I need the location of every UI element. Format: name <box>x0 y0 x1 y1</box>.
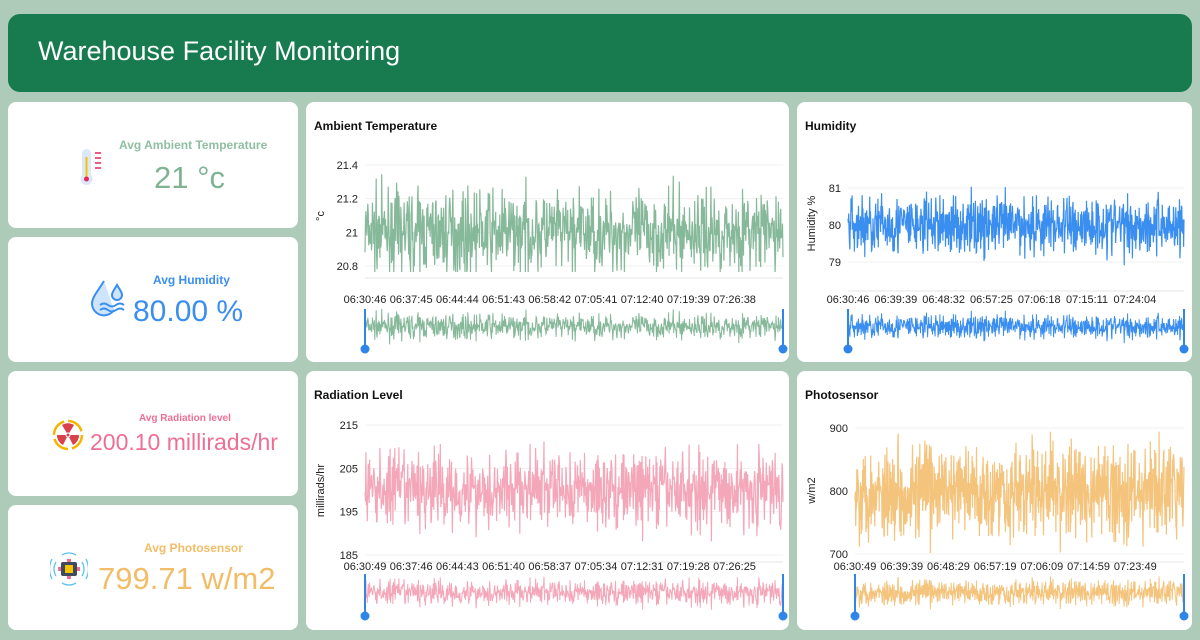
radiation-icon <box>52 419 84 451</box>
y-tick-label: 21.4 <box>337 160 358 172</box>
kpi-label: Avg Ambient Temperature <box>119 138 268 152</box>
navigator-left-handle-knob[interactable] <box>360 344 370 354</box>
navigator-series <box>364 308 784 345</box>
x-tick-label: 06:39:39 <box>880 561 923 573</box>
y-tick-label: 80 <box>829 220 841 232</box>
series-line <box>847 186 1185 266</box>
chart-radiation-level: Radiation Level 215 205 195 185 millirads/hr… <box>306 371 789 630</box>
chart-svg: 900 800 700 w/m2 06:30:49 06:39:39 06:48:29 06:… <box>806 423 1189 621</box>
series-line <box>364 441 784 542</box>
y-axis-label: w/m2 <box>806 477 818 504</box>
chart-svg: 215205195185millirads/hr06:30:49 06:37:46… <box>315 420 788 621</box>
x-tick-label: 07:15:11 <box>1066 294 1108 306</box>
y-tick-label: 700 <box>830 549 848 561</box>
y-tick-label: 215 <box>340 420 358 432</box>
x-tick-label: 06:44:43 <box>436 561 479 573</box>
navigator-right-handle-knob[interactable] <box>1179 611 1189 621</box>
x-tick-label: 06:57:19 <box>974 561 1017 573</box>
kpi-label: Avg Humidity <box>153 273 230 287</box>
x-tick-label: 06:39:39 <box>874 294 917 306</box>
navigator-left-handle-knob[interactable] <box>843 344 853 354</box>
x-tick-label: 07:26:25 <box>713 561 756 573</box>
x-tick-label: 06:30:46 <box>827 294 870 306</box>
y-tick-label: 900 <box>830 423 848 435</box>
y-tick-label: 79 <box>829 257 841 269</box>
kpi-label: Avg Photosensor <box>144 541 243 555</box>
kpi-value: 799.71 w/m2 <box>98 561 276 596</box>
navigator-series <box>847 310 1185 344</box>
kpi-value: 200.10 millirads/hr <box>90 429 278 455</box>
y-tick-label: 800 <box>830 486 848 498</box>
x-tick-label: 06:37:45 <box>390 294 433 306</box>
x-tick-label: 07:24:04 <box>1113 294 1156 306</box>
x-tick-label: 07:23:49 <box>1114 561 1157 573</box>
x-tick-label: 07:14:59 <box>1067 561 1110 573</box>
dashboard-header: Warehouse Facility Monitoring <box>8 14 1192 92</box>
x-tick-label: 07:19:28 <box>667 561 710 573</box>
x-tick-label: 06:51:40 <box>482 561 525 573</box>
kpi-card-humidity: Avg Humidity 80.00 % <box>8 237 298 362</box>
navigator-series <box>854 576 1185 610</box>
x-tick-label: 06:48:29 <box>927 561 970 573</box>
kpi-value: 80.00 % <box>133 295 244 328</box>
y-tick-label: 81 <box>829 183 841 195</box>
kpi-value: 21 °c <box>154 160 225 195</box>
kpi-label: Avg Radiation level <box>139 413 231 424</box>
y-axis-label: millirads/hr <box>315 464 327 518</box>
kpi-card-radiation: Avg Radiation level 200.10 millirads/hr <box>8 371 298 496</box>
y-tick-label: 195 <box>340 507 358 519</box>
x-tick-label: 07:06:18 <box>1018 294 1061 306</box>
x-tick-label: 07:19:39 <box>667 294 710 306</box>
x-tick-label: 06:51:43 <box>482 294 525 306</box>
x-tick-label: 06:58:42 <box>528 294 571 306</box>
x-tick-label: 06:37:46 <box>390 561 433 573</box>
chart-humidity: Humidity 81 80 79 Humidity % 06:30:46 06:39:3… <box>797 102 1192 362</box>
y-axis-label: Humidity % <box>806 195 818 251</box>
x-tick-label: 07:05:34 <box>575 561 618 573</box>
chart-svg: 21.4 21.2 21 20.8 °c 06:30:46 06:37:45 06:44:44… <box>315 160 788 354</box>
x-tick-label: 06:57:25 <box>970 294 1013 306</box>
x-tick-label: 07:06:09 <box>1020 561 1063 573</box>
x-tick-label: 06:30:49 <box>344 561 387 573</box>
navigator-left-handle-knob[interactable] <box>850 611 860 621</box>
navigator-right-handle-knob[interactable] <box>1179 344 1189 354</box>
x-tick-label: 06:30:49 <box>834 561 877 573</box>
y-tick-label: 21.2 <box>337 194 358 206</box>
water-drop-icon <box>90 280 125 317</box>
chart-ambient-temperature: Ambient Temperature 21.4 21.2 21 20.8 °c 06:3… <box>306 102 789 362</box>
x-tick-label: 07:12:40 <box>621 294 664 306</box>
x-tick-label: 06:58:37 <box>528 561 571 573</box>
x-tick-label: 07:26:38 <box>713 294 756 306</box>
chart-svg: 81 80 79 Humidity % 06:30:46 06:39:39 06:48:32… <box>806 183 1189 354</box>
y-tick-label: 205 <box>340 463 358 475</box>
y-tick-label: 21 <box>346 227 358 239</box>
kpi-card-photosensor: Avg Photosensor 799.71 w/m2 <box>8 505 298 630</box>
y-axis-label: °c <box>315 211 327 221</box>
navigator-left-handle-knob[interactable] <box>360 611 370 621</box>
kpi-card-temperature: Avg Ambient Temperature 21 °c <box>8 102 298 228</box>
photosensor-chip-icon <box>50 552 88 586</box>
x-tick-label: 06:48:32 <box>922 294 965 306</box>
series-line <box>364 174 784 273</box>
chart-photosensor: Photosensor 900 800 700 w/m2 06:30:49 06:39:3… <box>797 371 1192 630</box>
y-tick-label: 20.8 <box>337 261 358 273</box>
thermometer-icon <box>80 149 101 185</box>
x-tick-label: 06:44:44 <box>436 294 479 306</box>
x-tick-label: 06:30:46 <box>344 294 387 306</box>
x-tick-label: 07:05:41 <box>575 294 618 306</box>
navigator-right-handle-knob[interactable] <box>778 611 788 621</box>
navigator-right-handle-knob[interactable] <box>778 344 788 354</box>
series-line <box>854 431 1185 554</box>
navigator-series <box>364 576 784 610</box>
x-tick-label: 07:12:31 <box>621 561 664 573</box>
page-title: Warehouse Facility Monitoring <box>38 36 401 66</box>
